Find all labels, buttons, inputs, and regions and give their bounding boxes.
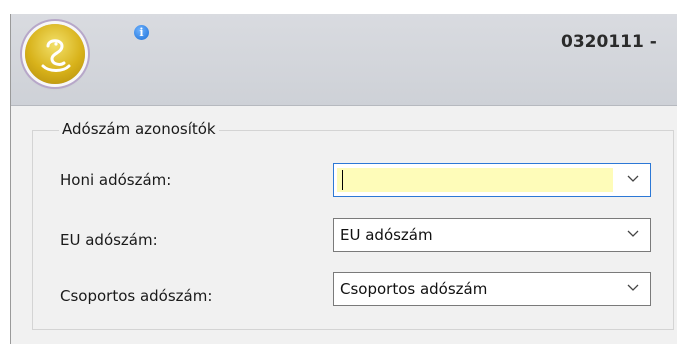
info-icon[interactable]: i [134, 25, 149, 40]
eu-tax-number-combo[interactable]: EU adószám [333, 218, 651, 252]
groupbox-title: Adószám azonosítók [59, 120, 219, 138]
eu-tax-number-label: EU adószám: [60, 231, 158, 249]
chevron-down-icon[interactable] [627, 284, 639, 292]
domestic-tax-number-label: Honi adószám: [60, 171, 172, 189]
input-highlight [337, 168, 613, 192]
group-tax-number-label: Csoportos adószám: [60, 287, 213, 305]
chevron-down-icon[interactable] [627, 230, 639, 238]
domestic-tax-number-combo[interactable] [333, 163, 651, 197]
eu-tax-number-value: EU adószám [340, 226, 433, 244]
chevron-down-icon[interactable] [627, 175, 639, 183]
document-title: 0320111 - [561, 32, 657, 52]
group-tax-number-value: Csoportos adószám [340, 280, 488, 298]
group-tax-number-combo[interactable]: Csoportos adószám [333, 272, 651, 306]
text-caret [342, 170, 343, 190]
app-menu-button[interactable] [25, 24, 85, 84]
ribbon-header: i 0320111 - [11, 14, 677, 106]
snake-logo-icon [41, 39, 71, 72]
